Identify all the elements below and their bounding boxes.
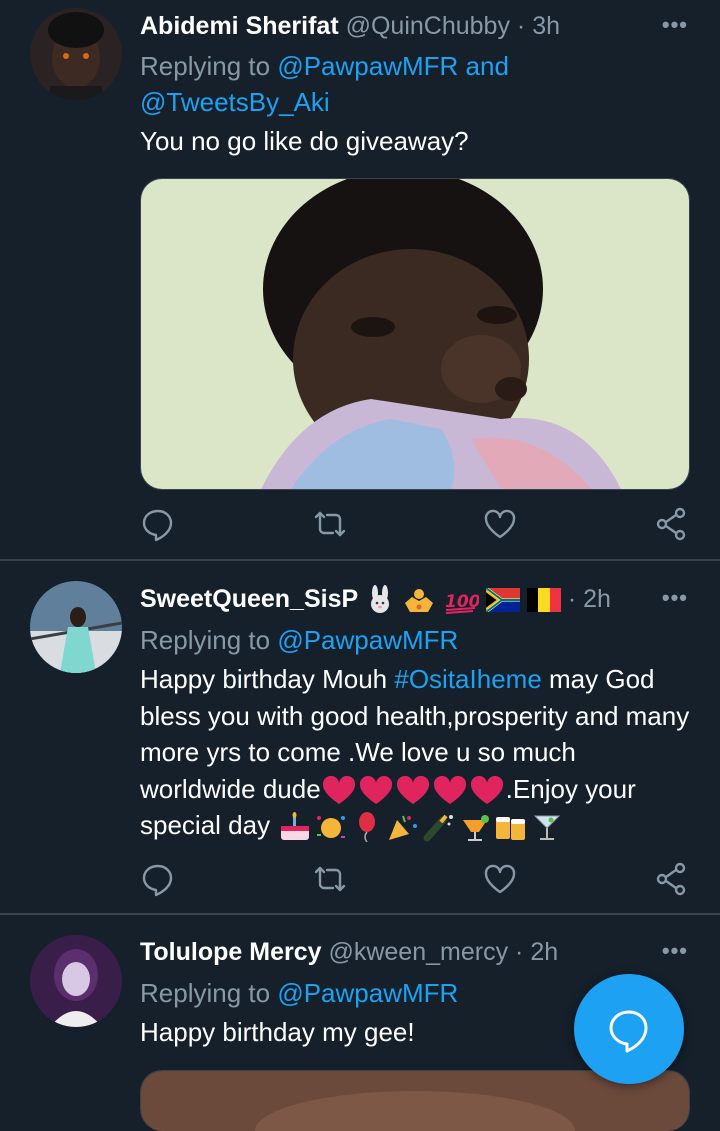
tweet-actions [0, 504, 720, 544]
like-icon[interactable] [480, 859, 520, 899]
reply-icon[interactable] [138, 504, 178, 544]
avatar[interactable] [30, 581, 122, 673]
tweet-text: Happy birthday Mouh #OsitaIheme may God … [140, 661, 690, 844]
replying-to-label: Replying to [140, 625, 271, 655]
more-options-icon[interactable]: ••• [662, 12, 688, 38]
cocktail-emoji [534, 815, 561, 841]
avatar-photo-woman [30, 581, 122, 673]
mention-joiner: and [465, 51, 509, 81]
crown-emoji [405, 589, 434, 613]
south-africa-flag [485, 588, 520, 613]
replying-to: Replying to @PawpawMFR [140, 622, 680, 658]
tweet-text: You no go like do giveaway? [140, 126, 469, 156]
avatar-photo-woman [30, 8, 122, 100]
reply-icon[interactable] [138, 859, 178, 899]
more-options-icon[interactable]: ••• [662, 938, 688, 964]
compose-reply-button[interactable] [574, 974, 684, 1084]
red-heart-emoji [359, 775, 392, 804]
display-name[interactable]: Tolulope Mercy [140, 938, 322, 966]
mention-pawpawmfr[interactable]: @PawpawMFR [277, 978, 458, 1008]
timestamp[interactable]: 3h [532, 12, 560, 40]
mention-pawpawmfr[interactable]: @PawpawMFR [277, 625, 458, 655]
replying-to-label: Replying to [140, 978, 271, 1008]
separator-dot: · [515, 938, 524, 966]
balloon-emoji [359, 812, 376, 843]
tropical-drink-emoji [463, 815, 490, 842]
retweet-icon[interactable] [310, 859, 350, 899]
hearts-emojis [321, 774, 506, 804]
tweet-header: SweetQueen_SisP 100 · 2h [140, 583, 640, 615]
tweet-header: Abidemi Sherifat @QuinChubby · 3h [140, 10, 640, 42]
hundred-points-emoji: 100 [445, 592, 479, 615]
birthday-cake-emoji [281, 812, 310, 841]
handle[interactable]: @QuinChubby [346, 12, 510, 40]
belgium-flag [526, 588, 561, 613]
red-heart-emoji [470, 775, 503, 804]
avatar[interactable] [30, 8, 122, 100]
tweet-header: Tolulope Mercy @kween_mercy · 2h [140, 936, 640, 968]
avatar-photo-woman [30, 935, 122, 1027]
mention-pawpawmfr[interactable]: @PawpawMFR [277, 51, 458, 81]
share-icon[interactable] [652, 504, 692, 544]
handle[interactable]: @kween_mercy [328, 938, 508, 966]
name-emojis: 100 [365, 585, 568, 615]
tweet-actions [0, 859, 720, 899]
tweet-sweetqueen[interactable]: SweetQueen_SisP 100 · 2h ••• Replying to… [0, 561, 720, 913]
avatar[interactable] [30, 935, 122, 1027]
rabbit-emoji [371, 585, 390, 614]
champagne-emoji [423, 814, 454, 842]
tweet-abidemi[interactable]: Abidemi Sherifat @QuinChubby · 3h ••• Re… [0, 0, 720, 560]
replying-to: Replying to @PawpawMFR and @TweetsBy_Aki [140, 48, 680, 120]
display-name[interactable]: Abidemi Sherifat [140, 12, 339, 40]
separator-dot: · [516, 12, 526, 40]
confetti-emoji [317, 816, 346, 839]
tweet-image[interactable] [140, 178, 690, 490]
red-heart-emoji [322, 775, 355, 804]
compose-reply-icon [609, 1010, 648, 1053]
boy-meme-image [141, 179, 689, 489]
mention-tweetsby-aki[interactable]: @TweetsBy_Aki [140, 87, 330, 117]
red-heart-emoji [433, 775, 466, 804]
separator-dot: · [567, 585, 577, 613]
timestamp[interactable]: 2h [583, 585, 611, 613]
replying-to-label: Replying to [140, 51, 271, 81]
more-options-icon[interactable]: ••• [662, 585, 688, 611]
red-heart-emoji [396, 775, 429, 804]
tweet-text-part: Happy birthday Mouh [140, 664, 395, 694]
retweet-icon[interactable] [310, 504, 350, 544]
display-name[interactable]: SweetQueen_SisP [140, 585, 358, 613]
party-emojis [277, 810, 565, 843]
party-popper-emoji [389, 815, 418, 841]
hashtag-link[interactable]: #OsitaIheme [394, 664, 541, 694]
like-icon[interactable] [480, 504, 520, 544]
beer-mugs-emoji [496, 817, 526, 841]
share-icon[interactable] [652, 859, 692, 899]
timestamp[interactable]: 2h [530, 938, 558, 966]
